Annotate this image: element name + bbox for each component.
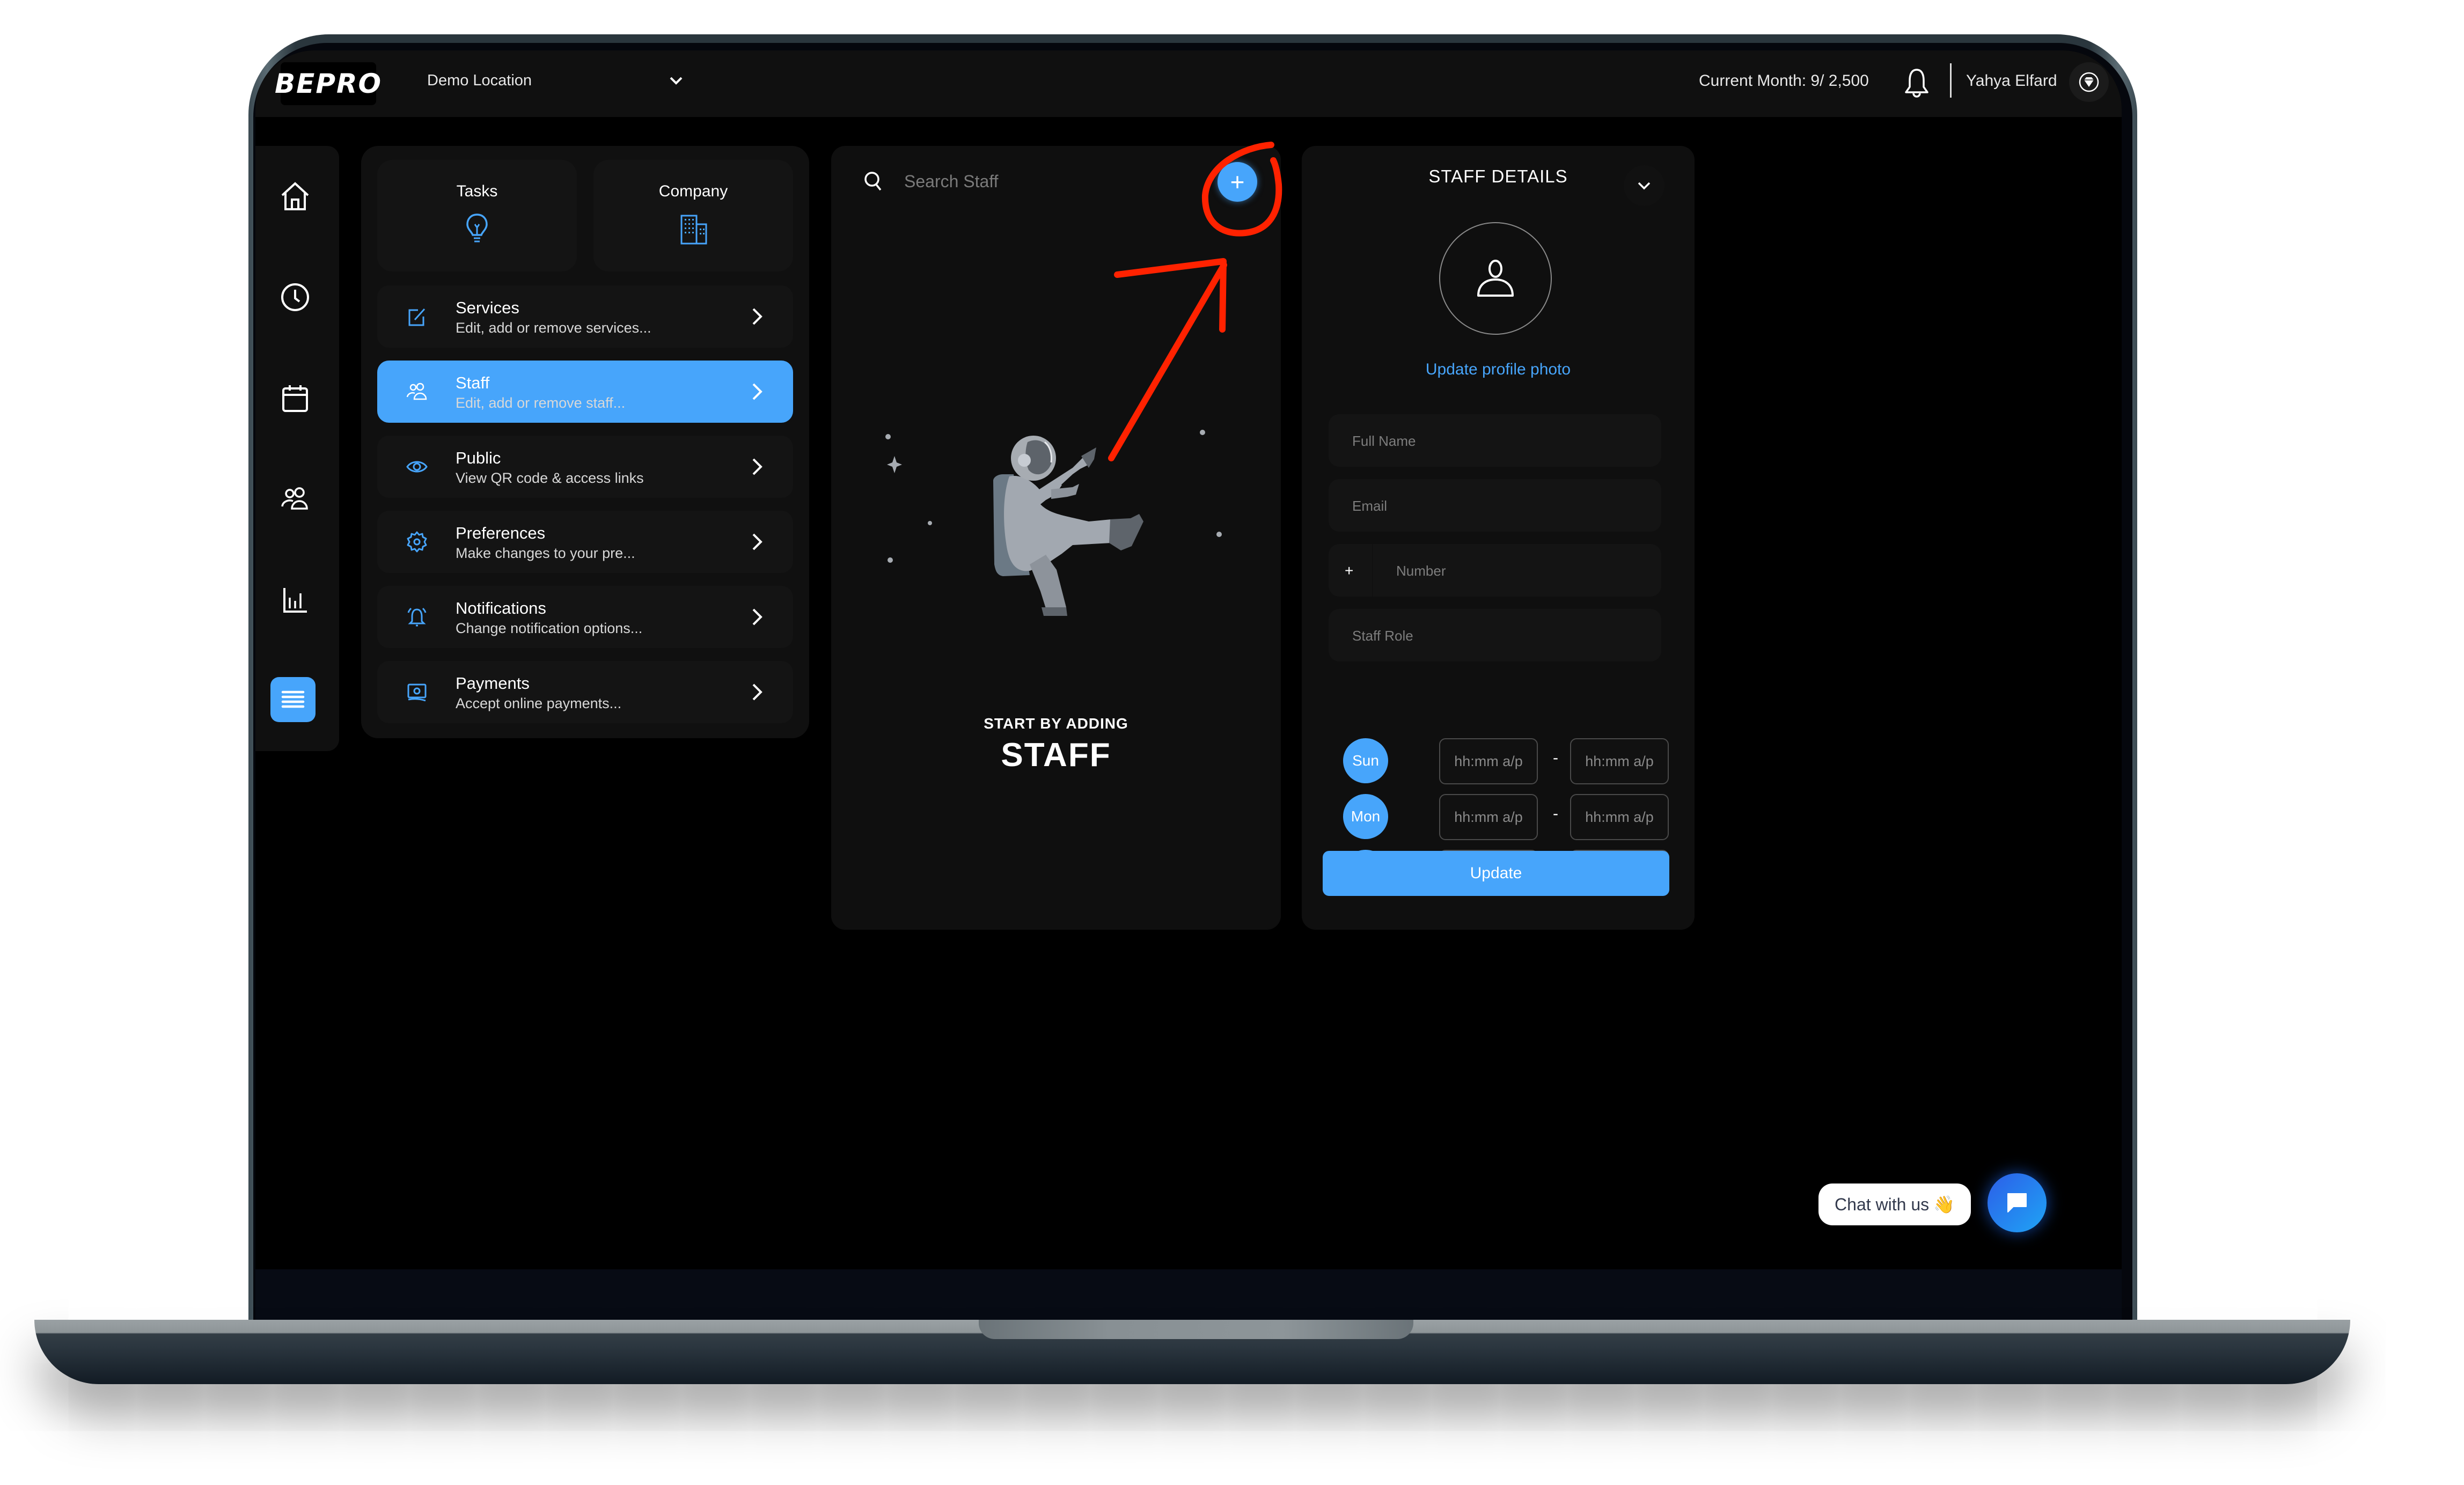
end-time-input[interactable] [1570, 794, 1669, 840]
diamond-icon [2079, 72, 2099, 92]
email-field[interactable] [1329, 479, 1661, 533]
bell-ringing-icon [407, 607, 427, 627]
collapse-button[interactable] [1624, 165, 1664, 206]
plan-badge[interactable] [2069, 62, 2109, 102]
laptop-notch [979, 1320, 1413, 1339]
edit-icon [408, 308, 426, 326]
chevron-down-icon [1638, 182, 1651, 190]
money-icon [407, 683, 427, 702]
range-separator: - [1553, 805, 1558, 822]
waving-hand-icon: 👋 [1933, 1195, 1955, 1214]
range-separator: - [1553, 749, 1558, 767]
add-staff-button[interactable]: + [1218, 162, 1257, 202]
phone-field[interactable]: + [1329, 544, 1687, 598]
search-icon [864, 172, 882, 191]
settings-item-staff[interactable]: Staff Edit, add or remove staff... [377, 361, 793, 423]
divider [1950, 63, 1952, 98]
chevron-right-icon [752, 683, 762, 701]
settings-item-notifications[interactable]: Notifications Change notification option… [377, 586, 793, 648]
schedule-row: Sun - [1329, 738, 1672, 784]
astronaut-illustration [885, 430, 1222, 616]
menu-button[interactable] [270, 677, 316, 722]
calendar-icon[interactable] [278, 381, 312, 415]
phone-number-input[interactable] [1395, 544, 1687, 598]
item-title: Staff [456, 373, 490, 392]
home-icon[interactable] [278, 179, 312, 214]
item-subtitle: Accept online payments... [456, 695, 622, 711]
bell-icon[interactable] [1901, 65, 1933, 101]
tasks-tile[interactable]: Tasks [377, 160, 577, 271]
update-profile-photo-link[interactable]: Update profile photo [1302, 361, 1695, 379]
laptop-chin [255, 1269, 2122, 1323]
staff-role-input[interactable] [1351, 609, 1643, 663]
icon-sidebar [255, 146, 339, 751]
item-title: Services [456, 298, 519, 317]
empty-state-subtitle: START BY ADDING [984, 715, 1128, 732]
staff-role-field[interactable] [1329, 609, 1661, 663]
full-name-field[interactable] [1329, 414, 1661, 468]
day-toggle[interactable]: Mon [1343, 794, 1388, 839]
start-time-input[interactable] [1439, 738, 1538, 784]
settings-item-public[interactable]: Public View QR code & access links [377, 436, 793, 498]
chevron-down-icon[interactable] [669, 75, 684, 86]
item-title: Notifications [456, 599, 546, 617]
lightbulb-icon [466, 214, 488, 242]
company-tile[interactable]: Company [593, 160, 793, 271]
empty-state-title: STAFF [1001, 737, 1111, 774]
schedule-row: Mon - [1329, 794, 1672, 840]
settings-item-payments[interactable]: Payments Accept online payments... [377, 661, 793, 723]
avatar[interactable] [1439, 222, 1552, 335]
clock-icon[interactable] [278, 280, 312, 314]
user-icon [1477, 260, 1514, 297]
day-toggle[interactable]: Sun [1343, 738, 1388, 783]
chevron-right-icon [752, 383, 762, 400]
update-button[interactable]: Update [1323, 851, 1669, 896]
chevron-right-icon [752, 458, 762, 475]
users-icon[interactable] [278, 482, 312, 516]
email-input[interactable] [1351, 479, 1643, 533]
gear-icon [407, 531, 427, 553]
staff-list-panel: + START BY ADDING STAFF [831, 146, 1281, 930]
chat-bubble-icon [2007, 1193, 2027, 1212]
menu-icon [281, 690, 305, 708]
chat-button[interactable] [1988, 1173, 2047, 1232]
item-title: Payments [456, 674, 530, 693]
settings-item-services[interactable]: Services Edit, add or remove services... [377, 285, 793, 348]
item-subtitle: Change notification options... [456, 620, 643, 636]
user-name[interactable]: Yahya Elfard [1966, 72, 2057, 90]
chat-label: Chat with us [1835, 1194, 1930, 1214]
staff-details-panel: STAFF DETAILS Update profile photo + Sun… [1302, 146, 1695, 930]
item-subtitle: Edit, add or remove staff... [456, 395, 626, 411]
bepro-logo[interactable]: BEPRO [275, 62, 381, 105]
app-screen: BEPRO Demo Location Current Month: 9/ 2,… [255, 50, 2122, 1269]
location-selector[interactable]: Demo Location [427, 72, 532, 90]
settings-item-preferences[interactable]: Preferences Make changes to your pre... [377, 511, 793, 573]
chevron-right-icon [752, 533, 762, 550]
chevron-right-icon [752, 608, 762, 626]
tile-label: Company [658, 182, 728, 200]
current-month-usage: Current Month: 9/ 2,500 [1699, 72, 1869, 90]
users-icon [406, 383, 427, 400]
full-name-input[interactable] [1351, 414, 1643, 468]
item-subtitle: Make changes to your pre... [456, 545, 635, 561]
top-bar: BEPRO Demo Location Current Month: 9/ 2,… [255, 50, 2122, 117]
start-time-input[interactable] [1439, 794, 1538, 840]
end-time-input[interactable] [1570, 738, 1669, 784]
item-subtitle: View QR code & access links [456, 470, 644, 486]
tile-label: Tasks [456, 182, 498, 200]
item-subtitle: Edit, add or remove services... [456, 320, 651, 336]
chevron-right-icon [752, 308, 762, 325]
divider [1372, 544, 1373, 597]
bar-chart-icon[interactable] [278, 583, 312, 617]
chat-with-us-label[interactable]: Chat with us 👋 [1818, 1183, 1971, 1225]
search-staff-input[interactable] [903, 167, 1120, 195]
item-title: Preferences [456, 524, 546, 542]
item-title: Public [456, 449, 501, 467]
building-icon [680, 215, 707, 245]
eye-icon [406, 461, 428, 473]
country-code-prefix[interactable]: + [1345, 562, 1353, 579]
settings-panel: Tasks Company Services Edit, add or remo… [361, 146, 809, 738]
